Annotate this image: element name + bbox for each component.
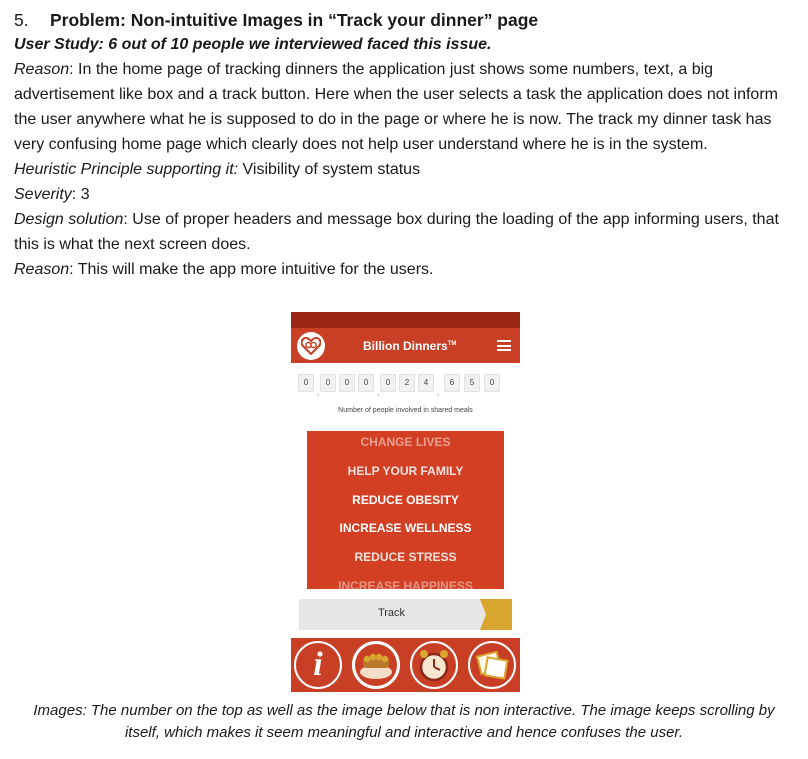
counter-caption: Number of people involved in shared meal… [338,407,473,414]
app-screenshot: Billion DinnersTM 0 , 0 0 0 , 0 2 4 , 6 … [291,312,520,692]
severity-line: Severity: 3 [14,182,798,207]
counter-digit: 4 [418,374,434,392]
app-title: Billion DinnersTM [363,339,456,353]
ad-line: INCREASE HAPPINESS [338,579,473,589]
severity-text: : 3 [71,186,90,203]
meal-counter: 0 , 0 0 0 , 0 2 4 , 6 5 0 [298,374,516,397]
heuristic-line: Heuristic Principle supporting it: Visib… [14,157,798,182]
heart-logo-icon [297,332,325,360]
reason-label: Reason [14,61,70,78]
design-solution-paragraph: Design solution: Use of proper headers a… [14,207,798,257]
bottom-icon-bar: i [291,638,520,692]
counter-digit: 0 [358,374,374,392]
photos-icon[interactable] [468,641,516,689]
counter-digit: 6 [444,374,460,392]
ad-line: HELP YOUR FAMILY [347,464,464,478]
document-body: 5. Problem: Non-intuitive Images in “Trac… [14,8,798,282]
track-button-label: Track [377,607,406,619]
reason-text: : In the home page of tracking dinners t… [14,61,778,153]
counter-digit: 2 [399,374,415,392]
heuristic-label: Heuristic Principle supporting it: [14,161,239,178]
dinner-table-icon[interactable] [352,641,400,689]
counter-separator: , [437,388,440,397]
ad-line: REDUCE OBESITY [352,493,459,507]
counter-digit: 0 [298,374,314,392]
status-strip [291,312,520,328]
ad-line: INCREASE WELLNESS [339,521,472,535]
info-icon[interactable]: i [294,641,342,689]
reason-paragraph: Reason: In the home page of tracking din… [14,57,798,157]
counter-separator: , [377,388,380,397]
problem-number: 5. [14,10,29,30]
trademark-mark: TM [447,341,457,347]
counter-digit: 0 [380,374,396,392]
ad-line: CHANGE LIVES [360,435,451,449]
ad-line: REDUCE STRESS [354,550,457,564]
counter-separator: , [317,388,320,397]
reason-second-label: Reason [14,261,70,278]
app-title-text: Billion Dinners [363,339,448,353]
counter-digit: 0 [320,374,336,392]
user-study-line: User Study: 6 out of 10 people we interv… [14,36,492,53]
design-solution-label: Design solution [14,211,124,228]
image-caption: Images: The number on the top as well as… [33,702,775,741]
reason-second-line: Reason: This will make the app more intu… [14,257,798,282]
reason-second-text: : This will make the app more intuitive … [69,261,434,278]
counter-digit: 0 [484,374,500,392]
hamburger-menu-icon[interactable] [497,340,511,351]
problem-title: Problem: Non-intuitive Images in “Track … [50,10,539,30]
problem-heading: 5. Problem: Non-intuitive Images in “Trac… [14,8,798,32]
info-glyph: i [313,646,323,683]
scrolling-ad-box: CHANGE LIVES HELP YOUR FAMILY REDUCE OBE… [307,431,504,589]
heuristic-text: Visibility of system status [238,161,421,178]
track-arrow-icon [480,599,512,630]
counter-digit: 5 [464,374,480,392]
alarm-clock-icon[interactable] [410,641,458,689]
app-header: Billion DinnersTM [291,328,520,363]
track-button[interactable]: Track [299,599,512,630]
severity-label: Severity [14,186,72,203]
counter-digit: 0 [339,374,355,392]
design-solution-text: : Use of proper headers and message box … [14,211,779,253]
